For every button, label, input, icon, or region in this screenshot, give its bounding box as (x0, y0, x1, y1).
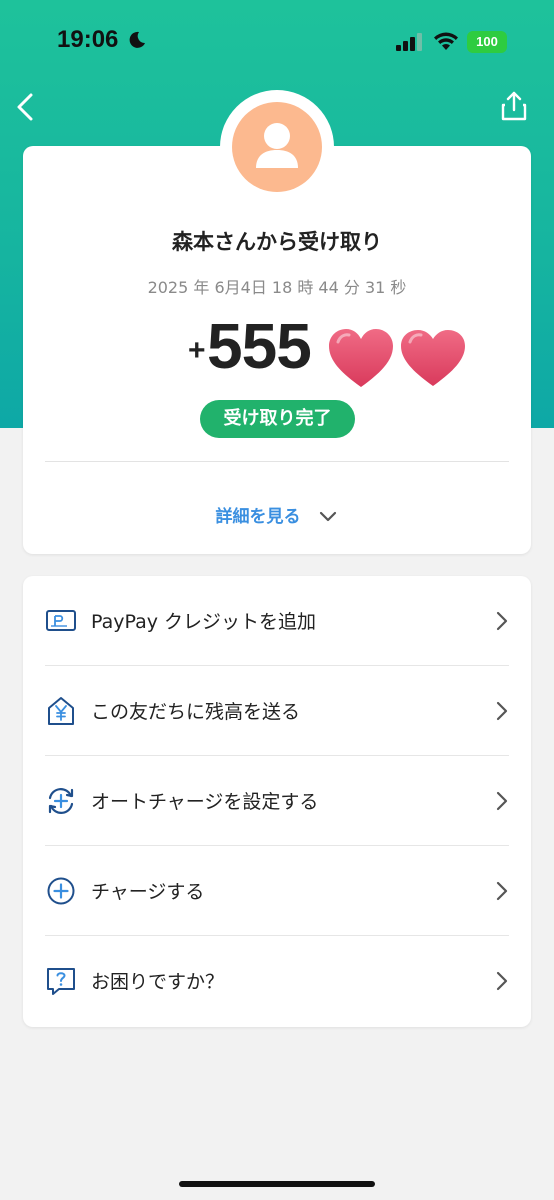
transaction-title: 森本さんから受け取り (172, 230, 382, 254)
status-time: 19:06 (57, 26, 119, 53)
paypay-card-icon (46, 610, 76, 631)
menu-item-charge[interactable]: チャージする (23, 846, 531, 936)
heart-icon (401, 330, 465, 386)
divider (45, 461, 509, 462)
status-badge: 受け取り完了 (200, 400, 355, 438)
chevron-right-icon (496, 791, 508, 811)
menu-label: お困りですか？ (91, 971, 225, 993)
chevron-right-icon (496, 971, 508, 991)
menu-item-add-credit[interactable]: PayPay クレジットを追加 (23, 576, 531, 666)
help-bubble-icon (47, 968, 75, 995)
action-menu: PayPay クレジットを追加 この友だちに残高を送る オートチャージを設定する (23, 576, 531, 1027)
plus-circle-icon (47, 877, 75, 905)
chevron-right-icon (496, 881, 508, 901)
chevron-down-icon (320, 511, 337, 522)
battery-indicator: 100 (467, 31, 507, 53)
menu-label: オートチャージを設定する (91, 791, 319, 813)
view-details-button[interactable]: 詳細を見る (23, 502, 531, 527)
menu-item-send-balance[interactable]: この友だちに残高を送る (23, 666, 531, 756)
status-bar: 19:06 100 (0, 0, 554, 80)
transaction-card: 森本さんから受け取り 2025 年 6月4日 18 時 44 分 31 秒 + … (23, 146, 531, 554)
home-indicator[interactable] (179, 1181, 375, 1187)
wifi-icon (434, 32, 458, 50)
transaction-datetime: 2025 年 6月4日 18 時 44 分 31 秒 (147, 278, 407, 297)
chevron-right-icon (496, 701, 508, 721)
avatar[interactable] (232, 102, 322, 192)
heart-icon (329, 329, 393, 387)
chevron-left-icon[interactable] (14, 92, 36, 122)
user-icon (256, 123, 298, 168)
menu-label: チャージする (91, 881, 205, 903)
auto-charge-icon (48, 788, 74, 814)
amount-sign: + (188, 334, 206, 367)
menu-label: この友だちに残高を送る (91, 701, 301, 723)
share-icon[interactable] (500, 90, 528, 122)
yen-house-icon (48, 697, 74, 725)
menu-label: PayPay クレジットを追加 (91, 611, 317, 633)
moon-icon (129, 31, 145, 48)
view-details-label: 詳細を見る (215, 507, 301, 527)
menu-item-help[interactable]: お困りですか？ (23, 936, 531, 1026)
chevron-right-icon (496, 611, 508, 631)
amount-value: 555 (207, 310, 312, 382)
cellular-signal-icon (396, 33, 422, 51)
menu-item-auto-charge[interactable]: オートチャージを設定する (23, 756, 531, 846)
